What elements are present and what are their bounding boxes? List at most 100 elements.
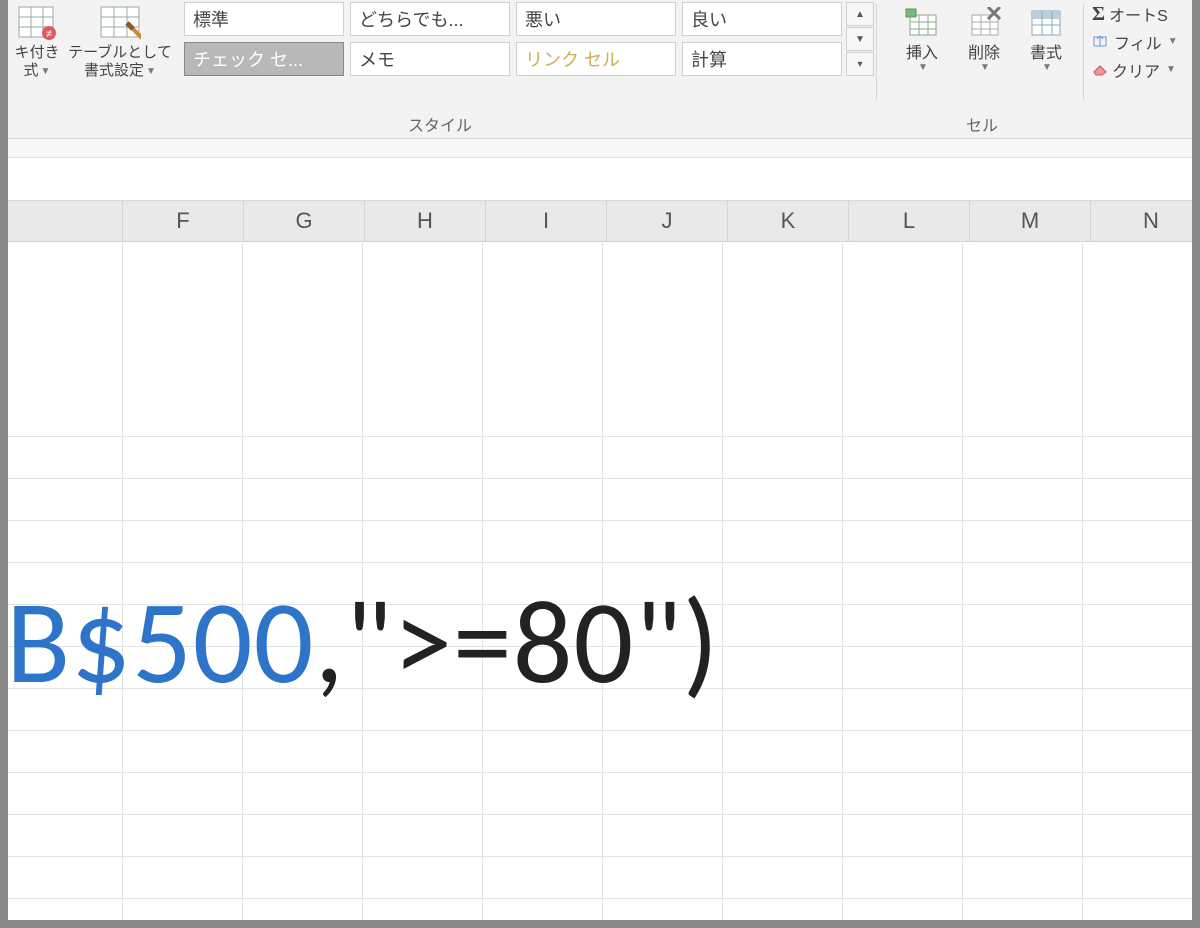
group-label-styles: スタイル <box>408 112 472 136</box>
grid-cell-border <box>841 814 843 856</box>
grid-cell-border <box>241 772 243 814</box>
grid-cell-border <box>241 241 243 436</box>
grid-cell-border <box>361 478 363 520</box>
style-gallery-item[interactable]: メモ <box>350 42 510 76</box>
grid-cell-border <box>121 856 123 898</box>
grid-cell-border <box>841 688 843 730</box>
grid-cell-border <box>721 772 723 814</box>
grid-cell-border <box>361 898 363 920</box>
grid-cell-border <box>121 898 123 920</box>
grid-row[interactable] <box>8 241 1192 437</box>
column-header[interactable]: G <box>244 201 365 241</box>
chevron-down-icon: ▼ <box>41 66 51 78</box>
grid-row[interactable] <box>8 856 1192 899</box>
grid-cell-border <box>121 730 123 772</box>
delete-cells-button[interactable]: 削除 ▼ <box>953 2 1015 75</box>
grid-cell-border <box>721 646 723 688</box>
grid-cell-border <box>721 604 723 646</box>
grid-row[interactable] <box>8 772 1192 815</box>
grid-cell-border <box>841 898 843 920</box>
column-header[interactable] <box>8 201 123 241</box>
style-gallery-item[interactable]: どちらでも... <box>350 2 510 36</box>
grid-cell-border <box>481 478 483 520</box>
style-gallery-item[interactable]: 良い <box>682 2 842 36</box>
fill-icon <box>1092 34 1110 50</box>
ribbon-edge <box>8 139 1192 158</box>
grid-cell-border <box>1081 898 1083 920</box>
grid-cell-border <box>721 898 723 920</box>
grid-cell-border <box>361 520 363 562</box>
grid-row[interactable] <box>8 436 1192 479</box>
autosum-label: オートS <box>1109 2 1168 26</box>
grid-cell-border <box>601 898 603 920</box>
conditional-format-icon: ≠ <box>15 4 59 42</box>
column-header[interactable]: H <box>365 201 486 241</box>
grid-cell-border <box>961 604 963 646</box>
format-as-table-button[interactable]: テーブルとして 書式設定▼ <box>66 2 174 80</box>
worksheet[interactable]: FGHIJKLMN B$500,">=80") <box>8 201 1192 920</box>
format-icon <box>1024 4 1068 42</box>
grid-cell-border <box>841 436 843 478</box>
grid-cell-border <box>1081 520 1083 562</box>
conditional-format-button[interactable]: ≠ キ付き 式▼ <box>8 2 66 80</box>
grid-cell-border <box>121 478 123 520</box>
column-header[interactable]: M <box>970 201 1091 241</box>
eraser-icon <box>1092 64 1108 76</box>
ribbon-row: ≠ キ付き 式▼ テーブルとして 書式設定▼ <box>8 0 1192 110</box>
gallery-scroll-down[interactable]: ▼ <box>846 27 874 51</box>
grid-cell-border <box>961 436 963 478</box>
grid-cell-border <box>841 562 843 604</box>
chevron-down-icon: ▼ <box>146 66 156 78</box>
formula-bar-area[interactable] <box>8 158 1192 201</box>
grid-cell-border <box>121 436 123 478</box>
group-label-cells: セル <box>966 112 998 136</box>
grid-row[interactable] <box>8 520 1192 563</box>
column-header[interactable]: K <box>728 201 849 241</box>
grid-cell-border <box>1081 856 1083 898</box>
grid-cell-border <box>361 241 363 436</box>
column-header[interactable]: L <box>849 201 970 241</box>
column-header[interactable]: J <box>607 201 728 241</box>
grid-cell-border <box>1081 241 1083 436</box>
fill-label: フィル <box>1114 30 1162 54</box>
divider <box>876 4 877 100</box>
grid-cell-border <box>841 730 843 772</box>
grid-row[interactable] <box>8 898 1192 920</box>
style-gallery-item[interactable]: 標準 <box>184 2 344 36</box>
grid-cell-border <box>961 688 963 730</box>
app-frame: ≠ キ付き 式▼ テーブルとして 書式設定▼ <box>8 0 1192 920</box>
active-cell-formula[interactable]: B$500,">=80") <box>8 583 719 701</box>
ribbon-group-format: ≠ キ付き 式▼ テーブルとして 書式設定▼ <box>8 0 180 80</box>
grid-cell-border <box>721 478 723 520</box>
grid-cell-border <box>961 241 963 436</box>
ribbon-group-styles: 標準どちらでも...悪い良いチェック セ...メモリンク セル計算 ▲ ▼ ▾ <box>180 0 874 76</box>
grid-row[interactable] <box>8 478 1192 521</box>
format-cells-button[interactable]: 書式 ▼ <box>1015 2 1077 75</box>
insert-cells-button[interactable]: 挿入 ▼ <box>891 2 953 75</box>
grid-cell-border <box>241 520 243 562</box>
conditional-format-label-1: キ付き <box>14 44 59 61</box>
grid-cell-border <box>841 604 843 646</box>
grid-cell-border <box>961 898 963 920</box>
grid-row[interactable] <box>8 730 1192 773</box>
style-gallery-item[interactable]: リンク セル <box>516 42 676 76</box>
fill-button[interactable]: フィル▼ <box>1092 30 1182 54</box>
style-gallery-item[interactable]: 悪い <box>516 2 676 36</box>
column-header[interactable]: I <box>486 201 607 241</box>
column-header[interactable]: F <box>123 201 244 241</box>
gallery-expand[interactable]: ▾ <box>846 52 874 76</box>
grid-cell-border <box>241 478 243 520</box>
clear-button[interactable]: クリア▼ <box>1092 58 1182 82</box>
grid-cell-border <box>1081 814 1083 856</box>
gallery-scroll-up[interactable]: ▲ <box>846 2 874 26</box>
style-gallery-item[interactable]: 計算 <box>682 42 842 76</box>
grid-cell-border <box>841 478 843 520</box>
autosum-button[interactable]: Σ オートS <box>1092 2 1182 26</box>
column-header[interactable]: N <box>1091 201 1192 241</box>
grid-cell-border <box>841 241 843 436</box>
grid-row[interactable] <box>8 814 1192 857</box>
grid-cell-border <box>601 814 603 856</box>
format-as-table-label-1: テーブルとして <box>68 44 172 62</box>
style-gallery-item[interactable]: チェック セ... <box>184 42 344 76</box>
conditional-format-label-2: 式 <box>24 62 39 79</box>
